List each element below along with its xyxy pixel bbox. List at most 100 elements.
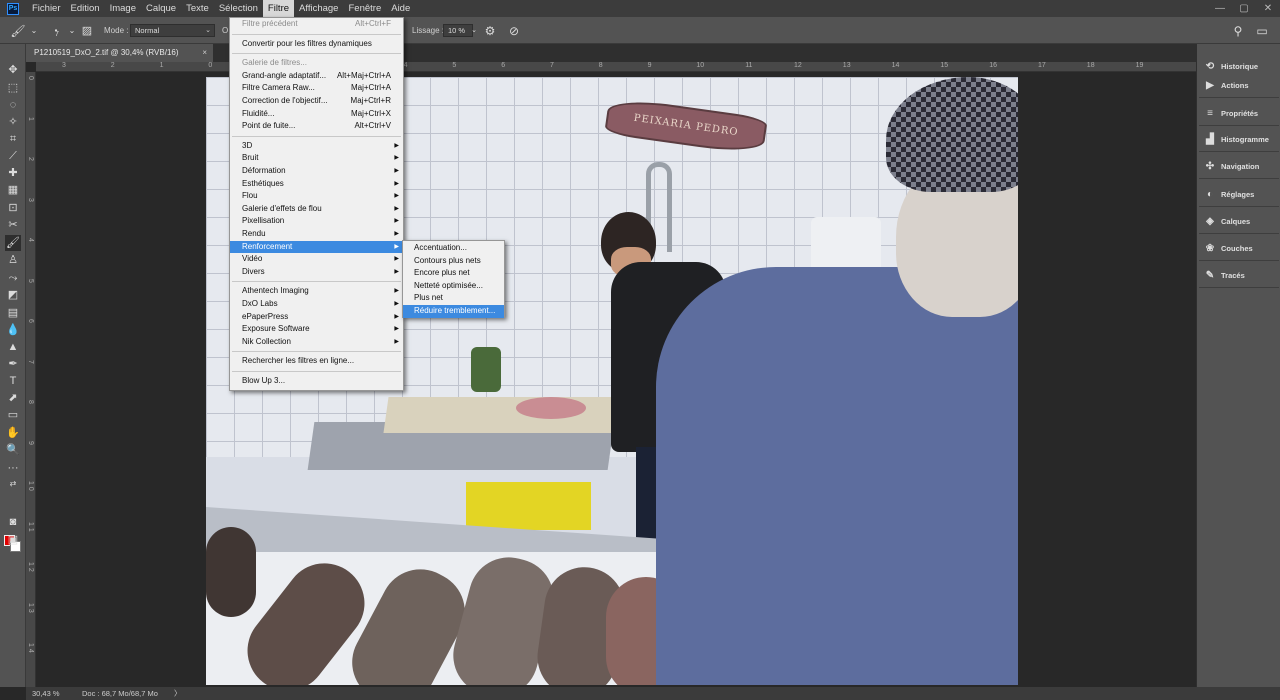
history-brush-tool-icon[interactable]: ⤳ xyxy=(5,270,21,286)
blur-tool-icon[interactable]: 💧 xyxy=(5,322,21,338)
filtre-menu-item[interactable]: Flou ▶ xyxy=(230,190,403,203)
healing-brush-tool-icon[interactable]: ✚ xyxy=(5,165,21,181)
renforcement-submenu-item[interactable]: Accentuation... xyxy=(403,242,504,255)
maximize-icon[interactable]: ▢ xyxy=(1232,0,1256,17)
ruler-tick: 4 xyxy=(403,62,408,69)
filtre-menu-item[interactable]: Fluidité... Maj+Ctrl+X xyxy=(230,108,403,121)
stamp-tool-icon[interactable]: ♙ xyxy=(5,252,21,268)
marquee-tool-icon[interactable]: ⬚ xyxy=(5,80,21,96)
path-selection-tool-icon[interactable]: ⬈ xyxy=(5,390,21,406)
menu-fenetre[interactable]: Fenêtre xyxy=(343,0,386,17)
filtre-menu-item[interactable]: Bruit ▶ xyxy=(230,152,403,165)
renforcement-submenu-item[interactable]: Netteté optimisée... xyxy=(403,280,504,293)
magic-wand-tool-icon[interactable]: ✧ xyxy=(5,114,21,130)
eyedropper-tool-icon[interactable]: ⟋ xyxy=(5,148,21,164)
eraser-tool-icon[interactable]: ◩ xyxy=(5,287,21,303)
filtre-menu-item[interactable]: Renforcement ▶ xyxy=(230,240,403,254)
menu-item-label: Déformation xyxy=(242,166,286,175)
mode-select[interactable]: Normal ⌄ xyxy=(130,24,215,37)
filtre-menu-item[interactable]: Rechercher les filtres en ligne... xyxy=(230,355,403,368)
filtre-menu-item[interactable]: 3D ▶ xyxy=(230,140,403,153)
hand-tool-icon[interactable]: ✋ xyxy=(5,425,21,441)
menu-filtre[interactable]: Filtre xyxy=(262,0,295,17)
menu-selection[interactable]: Sélection xyxy=(214,0,263,17)
gradient-tool-icon[interactable]: ▤ xyxy=(5,305,21,321)
filtre-menu-item[interactable]: Exposure Software ▶ xyxy=(230,323,403,336)
menu-texte[interactable]: Texte xyxy=(181,0,214,17)
search-icon[interactable]: ⚲ xyxy=(1230,23,1246,39)
renforcement-submenu-item[interactable]: Réduire tremblement... xyxy=(403,305,504,318)
photoshop-logo-icon[interactable]: Ps xyxy=(7,2,19,15)
symmetry-icon[interactable]: ⊘ xyxy=(506,23,522,39)
menu-fichier[interactable]: Fichier xyxy=(27,0,66,17)
more-tools-icon[interactable]: ··· xyxy=(5,460,21,476)
document-tab[interactable]: P1210519_DxO_2.tif @ 30,4% (RVB/16) × xyxy=(26,44,213,62)
menu-calque[interactable]: Calque xyxy=(141,0,181,17)
frame-tool-icon[interactable]: ⊡ xyxy=(5,200,21,216)
text-tool-icon[interactable]: T xyxy=(5,373,21,389)
close-window-icon[interactable]: ✕ xyxy=(1256,0,1280,17)
filtre-menu-item[interactable]: Galerie d'effets de flou ▶ xyxy=(230,203,403,216)
filtre-menu-item[interactable]: Convertir pour les filtres dynamiques xyxy=(230,38,403,51)
renforcement-submenu-item[interactable]: Encore plus net xyxy=(403,267,504,280)
panel-historique[interactable]: ⟲ Historique xyxy=(1203,58,1277,74)
lissage-caret-icon[interactable]: ⌄ xyxy=(466,23,482,39)
menu-edition[interactable]: Edition xyxy=(66,0,105,17)
filtre-menu-item[interactable]: Nik Collection ▶ xyxy=(230,336,403,349)
filtre-menu-item[interactable]: Rendu ▶ xyxy=(230,228,403,241)
menu-image[interactable]: Image xyxy=(105,0,141,17)
panel-couches[interactable]: ❀ Couches xyxy=(1203,240,1277,256)
status-menu-arrow-icon[interactable]: 〉 xyxy=(174,687,182,700)
menu-aide[interactable]: Aide xyxy=(386,0,415,17)
workspace-icon[interactable]: ▭ xyxy=(1254,23,1270,39)
filtre-menu-item[interactable]: Grand-angle adaptatif... Alt+Maj+Ctrl+A xyxy=(230,70,403,83)
filtre-menu-item[interactable]: Esthétiques ▶ xyxy=(230,178,403,191)
filtre-menu-item[interactable]: Filtre Camera Raw... Maj+Ctrl+A xyxy=(230,82,403,95)
move-tool-icon[interactable]: ✥ xyxy=(5,62,21,78)
panel-histogramme[interactable]: ▟ Histogramme xyxy=(1203,131,1277,147)
filtre-menu-item[interactable]: Point de fuite... Alt+Ctrl+V xyxy=(230,120,403,133)
menu-affichage[interactable]: Affichage xyxy=(294,0,343,17)
filtre-menu-item[interactable]: Blow Up 3... xyxy=(230,375,403,388)
filtre-menu-item[interactable]: Pixellisation ▶ xyxy=(230,215,403,228)
zoom-tool-icon[interactable]: 🔍 xyxy=(5,442,21,458)
panel-calques[interactable]: ◈ Calques xyxy=(1203,213,1277,229)
filtre-menu-item[interactable]: Athentech Imaging ▶ xyxy=(230,285,403,298)
filtre-menu-item[interactable]: Vidéo ▶ xyxy=(230,253,403,266)
bandage-tool-icon[interactable]: ▦ xyxy=(5,182,21,198)
panel-traces[interactable]: ✎ Tracés xyxy=(1203,267,1277,283)
filtre-menu-item[interactable]: Correction de l'objectif... Maj+Ctrl+R xyxy=(230,95,403,108)
dodge-tool-icon[interactable]: ▲ xyxy=(5,339,21,355)
menu-item-label: Athentech Imaging xyxy=(242,286,309,296)
brush-tool-icon[interactable]: 🖌 xyxy=(10,23,26,39)
panel-actions[interactable]: ▶ Actions xyxy=(1203,77,1277,93)
shape-tool-icon[interactable]: ▭ xyxy=(5,407,21,423)
screen-mode-icon[interactable]: ▣ xyxy=(5,532,21,548)
panel-reglages[interactable]: ◐ Réglages xyxy=(1203,186,1277,202)
gear-icon[interactable]: ⚙ xyxy=(482,23,498,39)
quick-mask-icon[interactable]: ◙ xyxy=(5,514,21,530)
crop-tool-icon[interactable]: ⌗ xyxy=(5,131,21,147)
filtre-menu-item[interactable]: ePaperPress ▶ xyxy=(230,311,403,324)
brush-preset-chevron-icon[interactable]: ⌄ xyxy=(64,23,80,39)
brush-tool-icon[interactable]: 🖌 xyxy=(5,235,21,251)
pen-tool-icon[interactable]: ✒ xyxy=(5,356,21,372)
renforcement-submenu-item[interactable]: Plus net xyxy=(403,292,504,305)
ruler-vertical[interactable]: 0 1 2 3 4 5 6 7 8 9 1 0 1 1 1 2 1 3 1 4 xyxy=(26,72,36,687)
filtre-menu-item[interactable]: Déformation ▶ xyxy=(230,165,403,178)
chevron-down-icon[interactable]: ⌄ xyxy=(26,23,42,39)
lasso-tool-icon[interactable]: ◌ xyxy=(5,97,21,113)
panel-navigation[interactable]: ✣ Navigation xyxy=(1203,158,1277,174)
ruler-horizontal[interactable]: 321012345678910111213141516171819 xyxy=(36,62,1196,72)
renforcement-submenu-item[interactable]: Contours plus nets xyxy=(403,255,504,268)
puppet-warp-tool-icon[interactable]: ✂ xyxy=(5,217,21,233)
panel-proprietes[interactable]: ≡ Propriétés xyxy=(1203,105,1277,121)
swap-colors-icon[interactable]: ⇄ xyxy=(5,476,21,492)
minimize-icon[interactable]: — xyxy=(1208,0,1232,17)
filtre-menu-item[interactable]: DxO Labs ▶ xyxy=(230,298,403,311)
submenu-arrow-icon: ▶ xyxy=(394,180,399,187)
close-tab-icon[interactable]: × xyxy=(202,44,207,62)
filtre-menu-item[interactable]: Divers ▶ xyxy=(230,266,403,279)
zoom-level[interactable]: 30,43 % xyxy=(32,687,60,700)
brush-panel-icon[interactable]: ▨ xyxy=(79,23,95,39)
